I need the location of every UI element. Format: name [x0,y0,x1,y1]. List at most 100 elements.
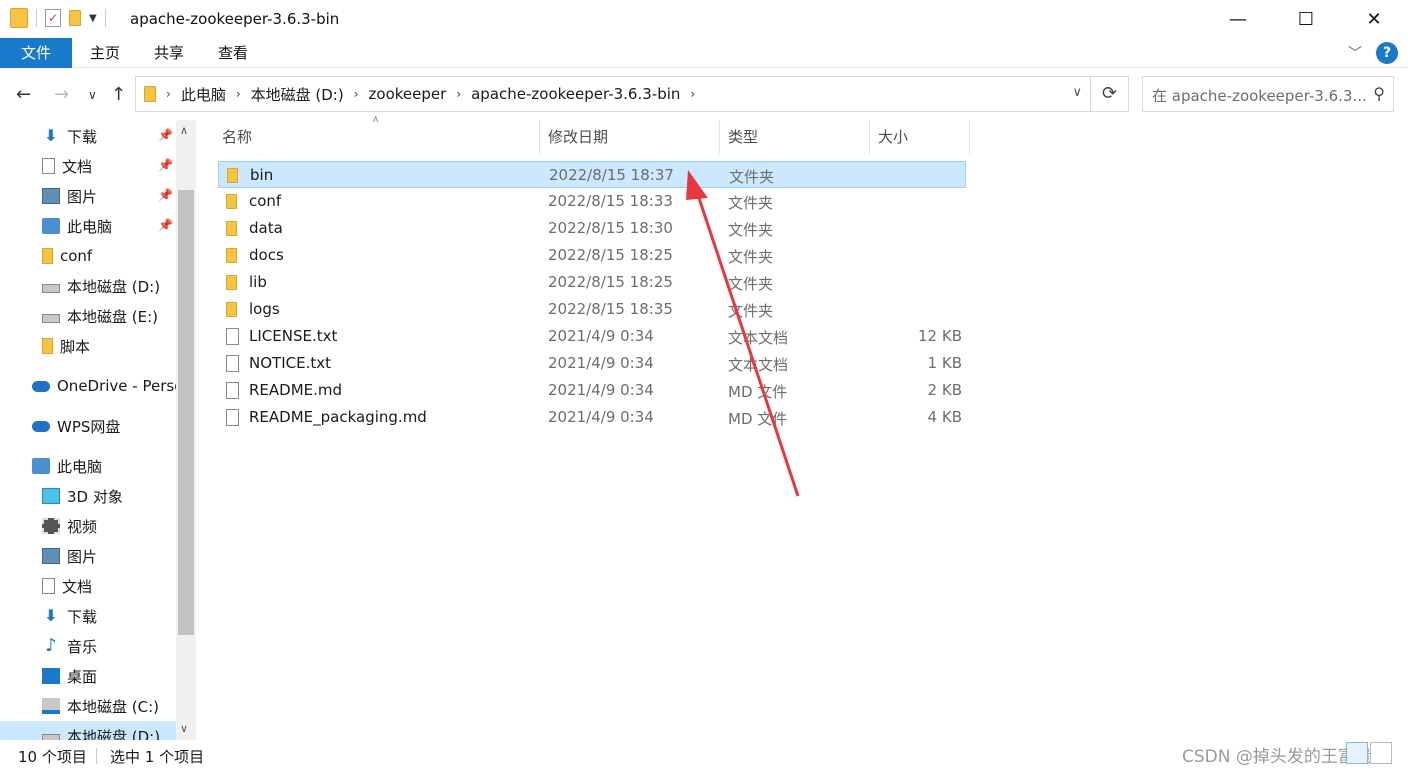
minimize-button[interactable]: — [1204,0,1272,38]
address-bar[interactable]: › 此电脑 › 本地磁盘 (D:) › zookeeper › apache-z… [135,76,1091,112]
file-type: MD 文件 [728,383,788,401]
tab-file[interactable]: 文件 [0,38,72,68]
maximize-button[interactable]: ☐ [1272,0,1340,38]
tab-home[interactable]: 主页 [72,38,138,68]
computer-icon [42,218,60,234]
nav-item-onedrive[interactable]: OneDrive - Perso [32,371,176,401]
file-date: 2021/4/9 0:34 [548,408,654,426]
folder-icon [42,248,53,264]
search-icon[interactable]: ⚲ [1373,84,1385,103]
view-switcher [1346,742,1392,764]
new-folder-icon[interactable] [69,10,81,26]
refresh-button[interactable]: ⟳ [1091,76,1129,112]
details-view-button[interactable] [1346,742,1368,764]
file-row[interactable]: NOTICE.txt 2021/4/9 0:34 文本文档 1 KB [218,350,966,377]
file-row[interactable]: logs 2022/8/15 18:35 文件夹 [218,296,966,323]
nav-item-drive-d[interactable]: 本地磁盘 (D:) [42,271,196,301]
column-header-type[interactable]: 类型 [722,120,870,154]
breadcrumb-current-folder[interactable]: apache-zookeeper-3.6.3-bin [471,85,680,103]
back-arrow-icon[interactable]: ← [16,84,31,105]
address-history-chevron-icon[interactable]: ∨ [1072,85,1082,100]
file-row[interactable]: conf 2022/8/15 18:33 文件夹 [218,188,966,215]
nav-item-label: 下载 [67,607,98,626]
file-name: lib [249,273,267,291]
picture-icon [42,188,60,204]
nav-item-documents[interactable]: 文档 [42,571,196,601]
scroll-down-icon[interactable]: ∨ [180,722,188,735]
nav-item-drive-d-selected[interactable]: 本地磁盘 (D:) [0,721,176,740]
chevron-right-icon[interactable]: › [456,87,461,101]
chevron-right-icon[interactable]: › [166,87,171,101]
forward-arrow-icon[interactable]: → [54,84,69,105]
nav-item-conf[interactable]: conf [42,241,196,271]
customize-toolbar-chevron-icon[interactable]: ▼ [89,13,97,24]
watermark: CSDN @掉头发的王富贵 [1182,747,1372,767]
nav-item-label: 3D 对象 [67,487,123,506]
nav-item-3d-objects[interactable]: 3D 对象 [42,481,196,511]
nav-item-label: 图片 [67,547,98,566]
recent-locations-chevron-icon[interactable]: ∨ [88,88,97,102]
file-row[interactable]: lib 2022/8/15 18:25 文件夹 [218,269,966,296]
file-row[interactable]: README_packaging.md 2021/4/9 0:34 MD 文件 … [218,404,966,431]
column-header-name[interactable]: 名称 [216,120,540,154]
nav-item-label: 此电脑 [57,457,103,476]
nav-item-downloads[interactable]: ⬇ 下载 [42,601,196,631]
file-type: 文本文档 [728,356,789,374]
pin-icon[interactable]: 📌 [158,158,173,172]
file-name: conf [249,192,282,210]
nav-item-label: 视频 [67,517,98,536]
tab-view[interactable]: 查看 [200,38,266,68]
breadcrumb-zookeeper[interactable]: zookeeper [369,85,447,103]
nav-item-pictures[interactable]: 图片 [42,541,196,571]
chevron-right-icon[interactable]: › [690,87,695,101]
nav-item-desktop[interactable]: 桌面 [42,661,196,691]
window-controls: — ☐ ✕ [1204,0,1408,38]
breadcrumb-this-pc[interactable]: 此电脑 [181,84,226,105]
tab-share[interactable]: 共享 [136,38,202,68]
nav-item-label: 本地磁盘 (E:) [67,307,159,326]
file-name: README_packaging.md [249,408,427,426]
file-size: 12 KB [918,327,962,345]
chevron-right-icon[interactable]: › [236,87,241,101]
help-button[interactable]: ? [1376,42,1398,64]
folder-icon [226,302,237,317]
document-icon [42,578,55,594]
nav-item-drive-c[interactable]: 本地磁盘 (C:) [42,691,196,721]
nav-item-music[interactable]: ♪ 音乐 [42,631,196,661]
properties-icon[interactable]: ✓ [45,9,61,27]
file-row[interactable]: docs 2022/8/15 18:25 文件夹 [218,242,966,269]
nav-scrollbar[interactable]: ∧ ∨ [176,120,196,740]
scrollbar-thumb[interactable] [178,190,194,635]
file-date: 2021/4/9 0:34 [548,354,654,372]
expand-ribbon-chevron-icon[interactable]: ﹀ [1348,43,1362,63]
file-row[interactable]: README.md 2021/4/9 0:34 MD 文件 2 KB [218,377,966,404]
file-row[interactable]: bin 2022/8/15 18:37 文件夹 [218,161,966,188]
file-name: docs [249,246,284,264]
file-size: 1 KB [927,354,962,372]
quick-access-toolbar: ✓ ▼ [10,8,106,28]
pin-icon[interactable]: 📌 [158,128,173,142]
search-input[interactable]: 在 apache-zookeeper-3.6.3... ⚲ [1142,76,1394,112]
nav-item-this-pc[interactable]: 此电脑 [32,451,196,481]
up-arrow-icon[interactable]: ↑ [111,84,126,105]
pin-icon[interactable]: 📌 [158,218,173,232]
large-icons-view-button[interactable] [1370,742,1392,764]
file-row[interactable]: LICENSE.txt 2021/4/9 0:34 文本文档 12 KB [218,323,966,350]
nav-item-drive-e[interactable]: 本地磁盘 (E:) [42,301,196,331]
file-type: 文件夹 [728,248,774,266]
nav-item-label: WPS网盘 [57,417,121,436]
nav-item-videos[interactable]: 视频 [42,511,196,541]
scroll-up-icon[interactable]: ∧ [180,124,188,137]
column-header-size[interactable]: 大小 [872,120,970,154]
column-header-date[interactable]: 修改日期 [542,120,720,154]
pin-icon[interactable]: 📌 [158,188,173,202]
file-row[interactable]: data 2022/8/15 18:30 文件夹 [218,215,966,242]
nav-item-wps-drive[interactable]: WPS网盘 [32,411,196,441]
file-date: 2021/4/9 0:34 [548,381,654,399]
breadcrumb-drive-d[interactable]: 本地磁盘 (D:) [251,84,344,105]
item-count: 10 个项目 [18,748,87,766]
close-button[interactable]: ✕ [1340,0,1408,38]
nav-item-label: OneDrive - Perso [57,377,176,395]
nav-item-scripts[interactable]: 脚本 [42,331,196,361]
chevron-right-icon[interactable]: › [354,87,359,101]
